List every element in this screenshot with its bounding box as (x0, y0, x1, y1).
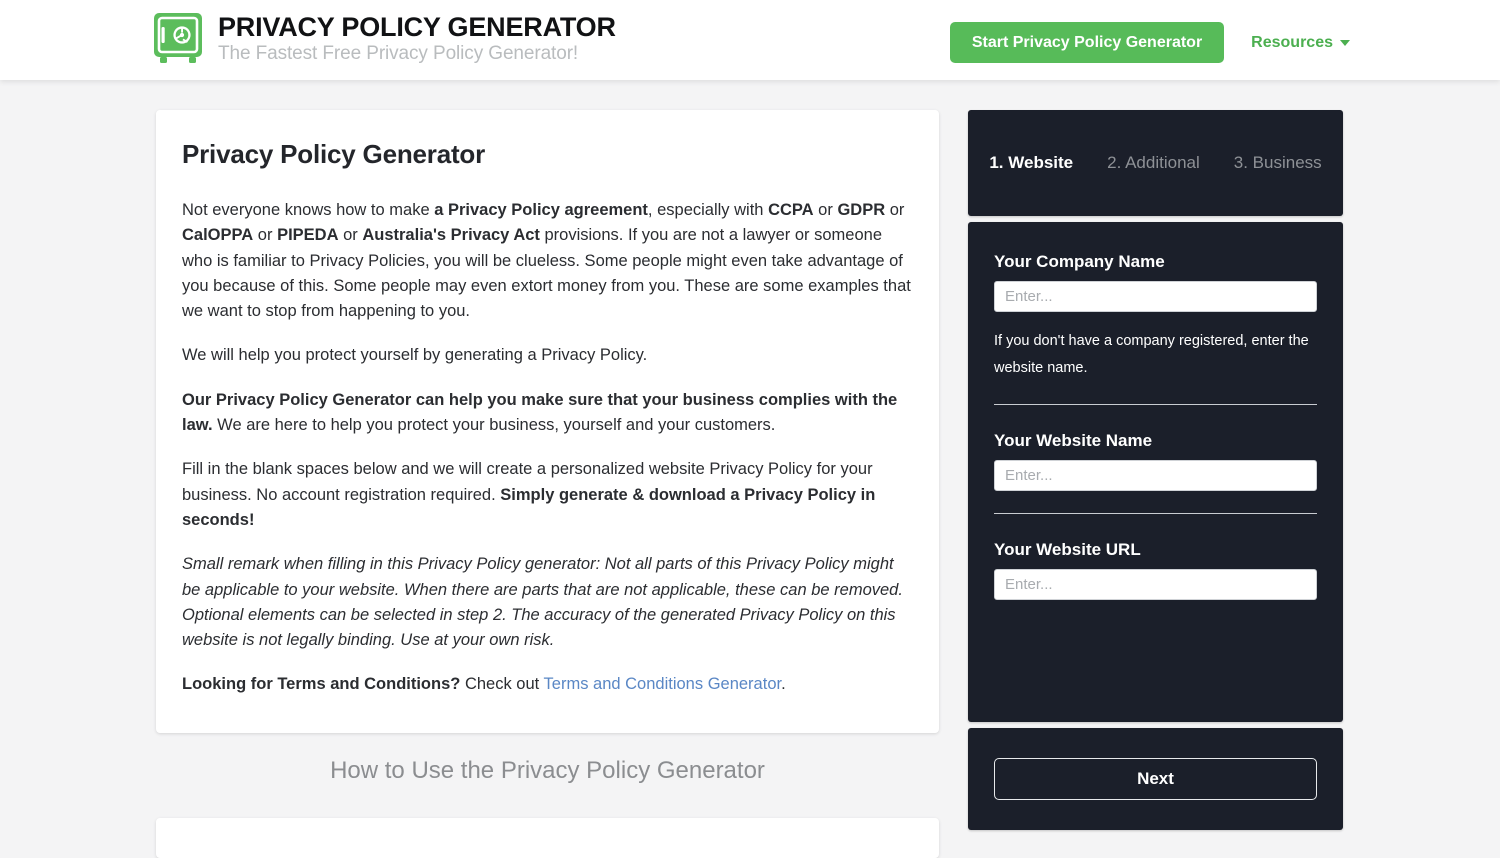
brand-logo[interactable]: PRIVACY POLICY GENERATOR The Fastest Fre… (152, 11, 616, 65)
company-name-input[interactable] (994, 281, 1317, 312)
text-fragment: or (885, 201, 905, 219)
text-fragment: . (781, 675, 786, 694)
brand-tagline: The Fastest Free Privacy Policy Generato… (218, 42, 579, 64)
page-body: Privacy Policy Generator Not everyone kn… (0, 80, 1500, 858)
text-bold-agreement: a Privacy Policy agreement (434, 201, 648, 219)
tab-website[interactable]: 1. Website (989, 153, 1073, 173)
how-to-use-heading: How to Use the Privacy Policy Generator (330, 757, 765, 784)
field-company-name: Your Company Name If you don't have a co… (994, 252, 1317, 405)
field-website-name: Your Website Name (994, 431, 1317, 514)
help-paragraph: We will help you protect yourself by gen… (182, 346, 648, 365)
text-fragment: or (813, 201, 838, 219)
field-website-url: Your Website URL (994, 540, 1317, 600)
start-generator-button[interactable]: Start Privacy Policy Generator (949, 22, 1225, 63)
resources-label: Resources (1251, 33, 1333, 51)
text-fragment: Not everyone knows how to make (182, 201, 435, 219)
tab-business[interactable]: 3. Business (1234, 153, 1322, 173)
how-to-use-card (156, 818, 939, 858)
text-bold-pipeda: PIPEDA (277, 226, 339, 245)
terms-paragraph: Looking for Terms and Conditions? Check … (182, 672, 914, 697)
generator-sidebar: s 1. Website 2. Additional 3. Business Y… (968, 109, 1343, 830)
compliance-paragraph: Our Privacy Policy Generator can help yo… (182, 388, 914, 439)
main-content-card: Privacy Policy Generator Not everyone kn… (156, 110, 939, 733)
terms-generator-link[interactable]: Terms and Conditions Generator (544, 675, 782, 693)
text-fragment: Check out (460, 675, 544, 694)
next-button[interactable]: Next (994, 758, 1317, 800)
step-footer-panel: Next (968, 728, 1343, 830)
field-divider (994, 404, 1317, 405)
text-bold-looking: Looking for Terms and Conditions? (182, 675, 461, 694)
text-fragment: We are here to help you protect your bus… (212, 416, 776, 435)
resources-dropdown[interactable]: Resources (1251, 34, 1350, 52)
step-tabs: 1. Website 2. Additional 3. Business (968, 110, 1343, 216)
text-fragment: or (253, 226, 278, 245)
remark-paragraph: Small remark when filling in this Privac… (182, 555, 903, 650)
text-bold-ccpa: CCPA (768, 201, 814, 219)
text-bold-caloppa: CalOPPA (182, 226, 254, 245)
website-url-input[interactable] (994, 569, 1317, 600)
field-divider (994, 513, 1317, 514)
text-bold-gdpr: GDPR (837, 201, 886, 219)
page-title: Privacy Policy Generator (182, 139, 486, 169)
safe-vault-icon (154, 13, 202, 63)
step-form-panel: Your Company Name If you don't have a co… (968, 222, 1343, 722)
header-actions: Start Privacy Policy Generator Resources (949, 22, 1350, 63)
fill-blanks-paragraph: Fill in the blank spaces below and we wi… (182, 457, 914, 533)
text-fragment: or (338, 226, 363, 245)
company-name-label: Your Company Name (994, 252, 1165, 271)
chevron-down-icon (1340, 39, 1350, 46)
website-name-input[interactable] (994, 460, 1317, 491)
company-name-help: If you don't have a company registered, … (994, 333, 1309, 376)
text-bold-australia: Australia's Privacy Act (362, 226, 540, 245)
text-fragment: , especially with (647, 201, 769, 219)
website-url-label: Your Website URL (994, 540, 1141, 559)
tab-additional[interactable]: 2. Additional (1107, 153, 1200, 173)
intro-paragraph: Not everyone knows how to make a Privacy… (182, 198, 914, 324)
site-header: PRIVACY POLICY GENERATOR The Fastest Fre… (0, 0, 1500, 80)
brand-title: PRIVACY POLICY GENERATOR (218, 11, 616, 42)
website-name-label: Your Website Name (994, 431, 1153, 450)
